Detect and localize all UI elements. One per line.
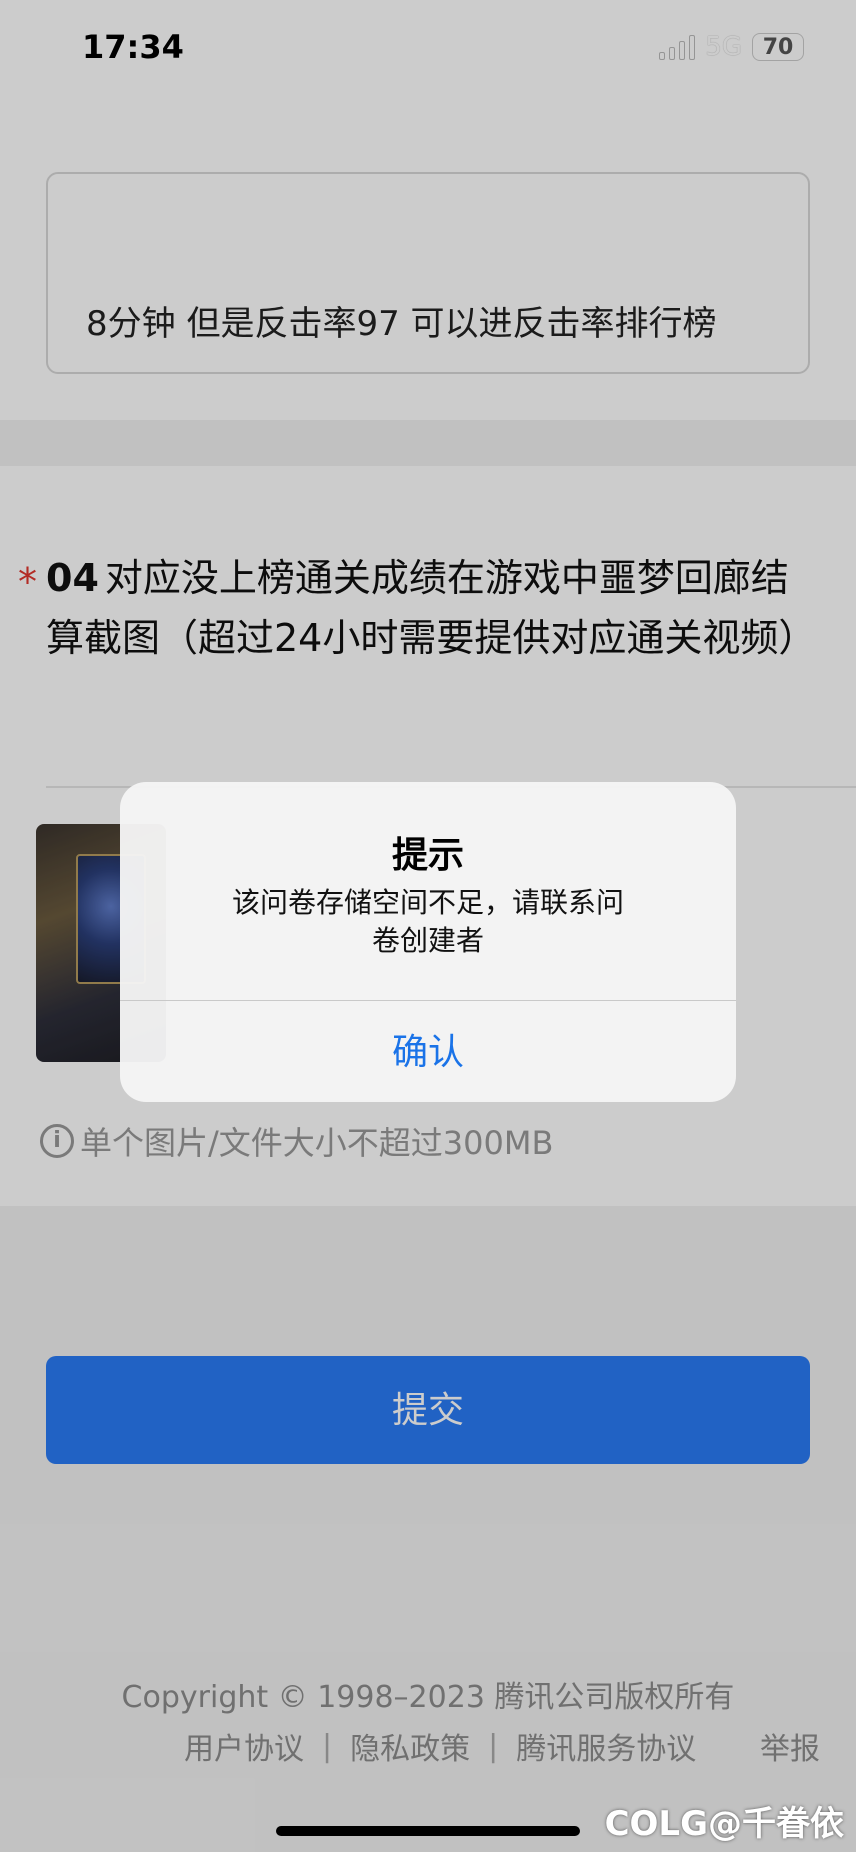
home-indicator[interactable] [276,1826,580,1836]
confirm-button[interactable]: 确认 [120,1001,736,1102]
alert-dialog: 提示 该问卷存储空间不足，请联系问卷创建者 确认 [120,782,736,1102]
dialog-message: 该问卷存储空间不足，请联系问卷创建者 [231,886,624,957]
watermark: COLG@千眷依 [604,1804,844,1844]
dialog-title: 提示 [391,835,464,876]
